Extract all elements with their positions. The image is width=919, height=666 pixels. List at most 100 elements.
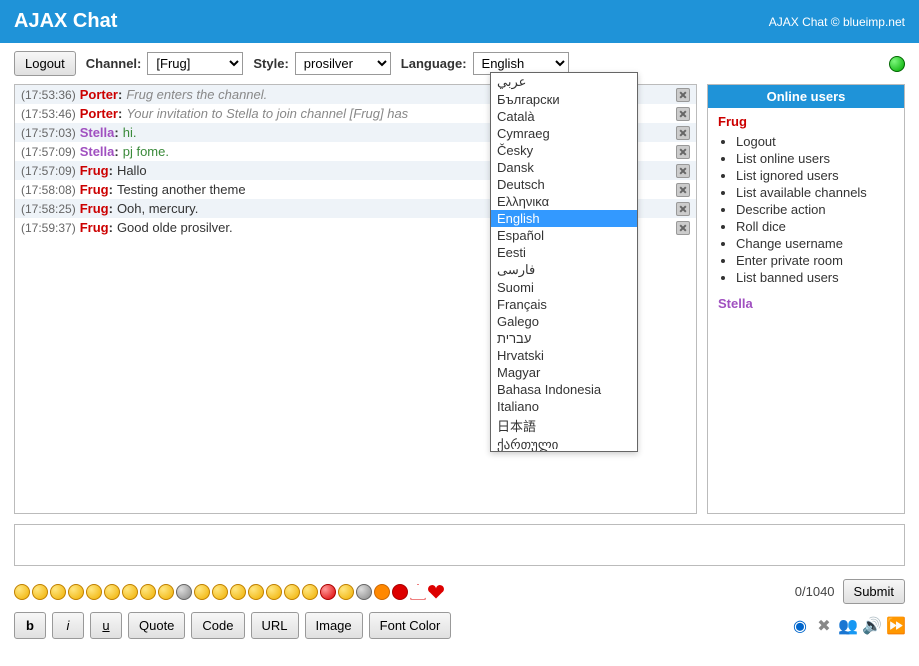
language-option[interactable]: Català bbox=[491, 108, 637, 125]
user-menu-item[interactable]: Enter private room bbox=[736, 252, 894, 269]
language-option[interactable]: Česky bbox=[491, 142, 637, 159]
message-input[interactable] bbox=[14, 524, 905, 566]
emoji-devil[interactable] bbox=[320, 584, 336, 600]
user-menu-item[interactable]: Roll dice bbox=[736, 218, 894, 235]
language-option[interactable]: ქართული bbox=[491, 436, 637, 452]
logout-button[interactable]: Logout bbox=[14, 51, 76, 76]
emoji-eyes[interactable] bbox=[176, 584, 192, 600]
emoji-sad[interactable] bbox=[50, 584, 66, 600]
copyright-link[interactable]: AJAX Chat © blueimp.net bbox=[769, 15, 905, 29]
sound-icon[interactable]: 🔊 bbox=[863, 617, 881, 635]
emoji-idea[interactable] bbox=[374, 584, 390, 600]
emoji-shock[interactable] bbox=[122, 584, 138, 600]
style-select[interactable]: prosilver bbox=[295, 52, 391, 75]
language-label: Language: bbox=[401, 56, 467, 71]
message-author[interactable]: Porter bbox=[80, 106, 118, 121]
language-option[interactable]: Bahasa Indonesia bbox=[491, 381, 637, 398]
message-author[interactable]: Frug bbox=[80, 182, 109, 197]
submit-button[interactable]: Submit bbox=[843, 579, 905, 604]
emoji-stop[interactable] bbox=[392, 584, 408, 600]
language-option[interactable]: Italiano bbox=[491, 398, 637, 415]
delete-message-icon[interactable] bbox=[676, 88, 690, 102]
bb-italic[interactable]: i bbox=[52, 612, 84, 639]
delete-message-icon[interactable] bbox=[676, 221, 690, 235]
bb-underline[interactable]: u bbox=[90, 612, 122, 639]
bb-url[interactable]: URL bbox=[251, 612, 299, 639]
emoji-grin[interactable] bbox=[86, 584, 102, 600]
emoji-neutral[interactable] bbox=[32, 584, 48, 600]
delete-message-icon[interactable] bbox=[676, 164, 690, 178]
message-author[interactable]: Porter bbox=[80, 87, 118, 102]
users-icon[interactable]: 👥 bbox=[839, 617, 857, 635]
user-menu-item[interactable]: List banned users bbox=[736, 269, 894, 286]
emoji-angel[interactable] bbox=[338, 584, 354, 600]
online-users-panel: Online users Frug LogoutList online user… bbox=[707, 84, 905, 514]
language-option[interactable]: Dansk bbox=[491, 159, 637, 176]
toolbar: Logout Channel: [Frug] Style: prosilver … bbox=[0, 43, 919, 84]
emoji-wink[interactable] bbox=[140, 584, 156, 600]
emoji-laugh[interactable] bbox=[104, 584, 120, 600]
bb-fontcolor[interactable]: Font Color bbox=[369, 612, 452, 639]
emoji-bulb[interactable] bbox=[356, 584, 372, 600]
language-option[interactable]: Cymraeg bbox=[491, 125, 637, 142]
online-user-frug[interactable]: Frug bbox=[718, 114, 747, 129]
emoji-tongue[interactable] bbox=[68, 584, 84, 600]
language-option[interactable]: Magyar bbox=[491, 364, 637, 381]
language-option[interactable]: Български bbox=[491, 91, 637, 108]
emoji-angry[interactable] bbox=[302, 584, 318, 600]
language-option[interactable]: עברית bbox=[491, 330, 637, 347]
user-menu-item[interactable]: List online users bbox=[736, 150, 894, 167]
delete-message-icon[interactable] bbox=[676, 145, 690, 159]
language-option[interactable]: 日本語 bbox=[491, 415, 637, 436]
delete-message-icon[interactable] bbox=[676, 126, 690, 140]
language-option[interactable]: Suomi bbox=[491, 279, 637, 296]
emoji-cool[interactable] bbox=[212, 584, 228, 600]
emoji-sweat[interactable] bbox=[230, 584, 246, 600]
language-option[interactable]: Eesti bbox=[491, 244, 637, 261]
user-menu-item[interactable]: List ignored users bbox=[736, 167, 894, 184]
language-option[interactable]: Français bbox=[491, 296, 637, 313]
char-counter: 0/1040 bbox=[795, 584, 835, 599]
language-option[interactable]: English bbox=[491, 210, 637, 227]
emoji-kiss[interactable] bbox=[284, 584, 300, 600]
delete-message-icon[interactable] bbox=[676, 202, 690, 216]
bb-image[interactable]: Image bbox=[305, 612, 363, 639]
status-indicator[interactable] bbox=[889, 56, 905, 72]
delete-message-icon[interactable] bbox=[676, 107, 690, 121]
user-menu-item[interactable]: List available channels bbox=[736, 184, 894, 201]
emoji-cry[interactable] bbox=[158, 584, 174, 600]
emoji-heart[interactable] bbox=[428, 585, 444, 599]
language-option[interactable]: Hrvatski bbox=[491, 347, 637, 364]
settings-icon[interactable]: ✖ bbox=[815, 617, 833, 635]
language-option[interactable]: Galego bbox=[491, 313, 637, 330]
message-author[interactable]: Stella bbox=[80, 144, 115, 159]
user-menu-item[interactable]: Describe action bbox=[736, 201, 894, 218]
channel-select[interactable]: [Frug] bbox=[147, 52, 243, 75]
bb-bold[interactable]: b bbox=[14, 612, 46, 639]
language-option[interactable]: Ελληνικα bbox=[491, 193, 637, 210]
autoscroll-icon[interactable]: ⏩ bbox=[887, 617, 905, 635]
emoji-smile[interactable] bbox=[14, 584, 30, 600]
language-dropdown[interactable]: عربيБългарскиCatalàCymraegČeskyDanskDeut… bbox=[490, 72, 638, 452]
online-user-stella[interactable]: Stella bbox=[718, 296, 894, 311]
language-option[interactable]: فارسی bbox=[491, 261, 637, 279]
channel-label: Channel: bbox=[86, 56, 142, 71]
user-menu-item[interactable]: Change username bbox=[736, 235, 894, 252]
language-option[interactable]: عربي bbox=[491, 73, 637, 91]
message-author[interactable]: Frug bbox=[80, 163, 109, 178]
message-time: (17:57:03) bbox=[21, 126, 76, 140]
emoji-blush[interactable] bbox=[266, 584, 282, 600]
bb-quote[interactable]: Quote bbox=[128, 612, 185, 639]
delete-message-icon[interactable] bbox=[676, 183, 690, 197]
message-author[interactable]: Frug bbox=[80, 201, 109, 216]
message-author[interactable]: Stella bbox=[80, 125, 115, 140]
help-icon[interactable]: ◉ bbox=[791, 617, 809, 635]
message-author[interactable]: Frug bbox=[80, 220, 109, 235]
emoji-roll[interactable] bbox=[194, 584, 210, 600]
emoji-confused[interactable] bbox=[248, 584, 264, 600]
user-menu-item[interactable]: Logout bbox=[736, 133, 894, 150]
bb-code[interactable]: Code bbox=[191, 612, 244, 639]
emoji-warning[interactable] bbox=[410, 584, 426, 600]
language-option[interactable]: Español bbox=[491, 227, 637, 244]
language-option[interactable]: Deutsch bbox=[491, 176, 637, 193]
